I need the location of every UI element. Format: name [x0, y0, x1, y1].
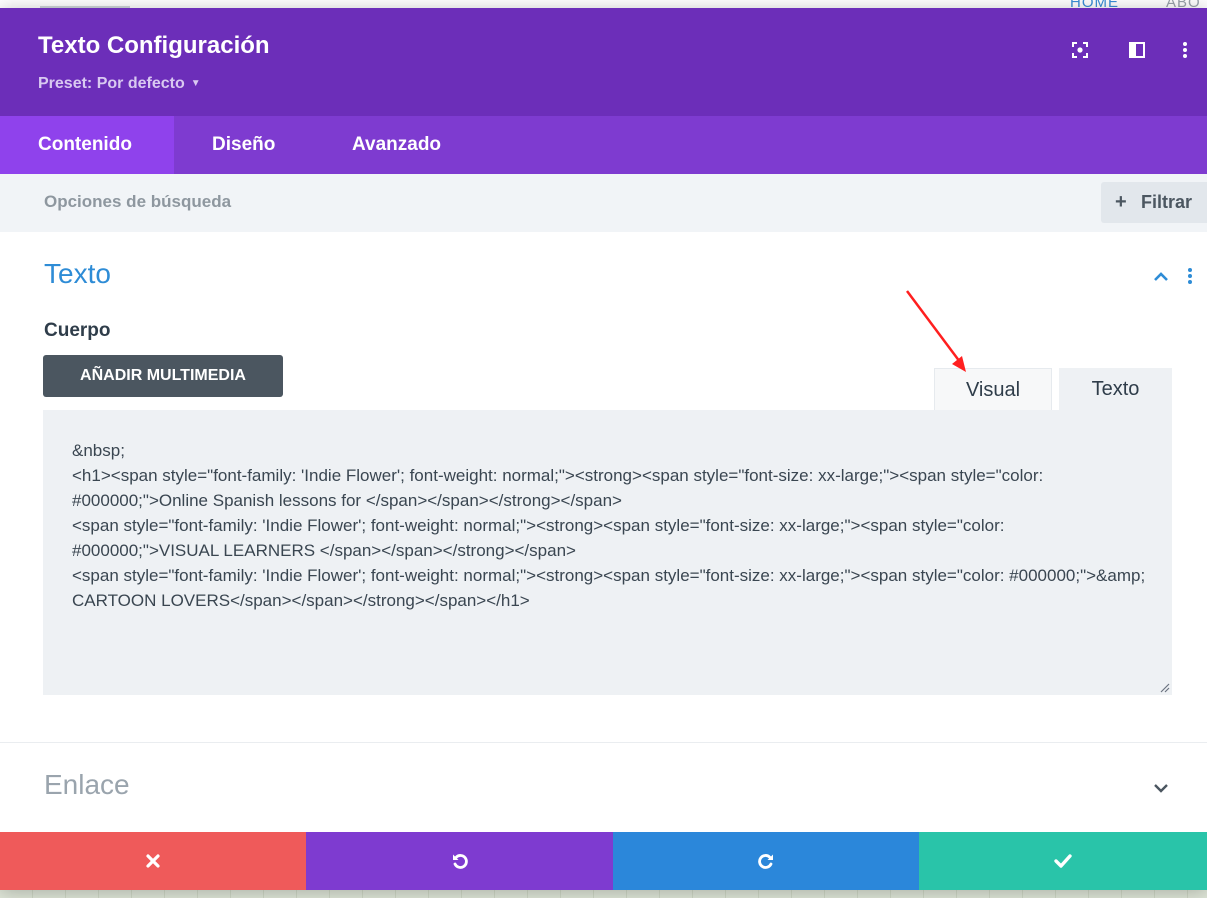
- caret-down-icon: ▼: [190, 78, 201, 90]
- body-field-label: Cuerpo: [44, 320, 111, 341]
- undo-button[interactable]: [306, 832, 613, 890]
- tab-avanzado[interactable]: Avanzado: [352, 116, 441, 174]
- preset-selector[interactable]: Preset: Por defecto ▼: [38, 75, 201, 93]
- modal-footer: [0, 832, 1207, 890]
- section-divider: [0, 742, 1207, 743]
- search-options-bar: Opciones de búsqueda + Filtrar: [0, 174, 1207, 232]
- settings-tabs: Contenido Diseño Avanzado: [0, 116, 1207, 174]
- filter-button[interactable]: + Filtrar: [1101, 182, 1207, 223]
- chevron-down-icon[interactable]: [1152, 781, 1170, 795]
- filter-label: Filtrar: [1141, 192, 1193, 212]
- text-settings-modal: Texto Configuración Preset: Por defecto ▼…: [0, 8, 1207, 890]
- background-logo: [40, 0, 130, 8]
- check-icon: [1054, 854, 1072, 868]
- chevron-up-icon[interactable]: [1152, 270, 1170, 284]
- fullscreen-icon[interactable]: [1070, 40, 1090, 60]
- section-title-texto[interactable]: Texto: [44, 258, 111, 290]
- background-page-footer: [0, 890, 1207, 898]
- redo-icon: [758, 854, 773, 869]
- modal-title: Texto Configuración: [38, 32, 270, 59]
- cancel-button[interactable]: [0, 832, 306, 890]
- resize-handle-icon[interactable]: [1158, 681, 1170, 693]
- plus-icon: +: [1115, 191, 1127, 213]
- editor-content[interactable]: &nbsp; <h1><span style="font-family: 'In…: [72, 438, 1152, 613]
- split-view-icon[interactable]: [1127, 40, 1147, 60]
- tab-label: Contenido: [38, 134, 132, 155]
- redo-button[interactable]: [613, 832, 919, 890]
- section-options-icon[interactable]: [1186, 266, 1194, 286]
- undo-icon: [452, 854, 468, 869]
- close-icon: [146, 854, 160, 868]
- preset-label: Preset: Por defecto: [38, 75, 185, 92]
- body-text-editor[interactable]: &nbsp; <h1><span style="font-family: 'In…: [43, 410, 1172, 695]
- section-title-enlace[interactable]: Enlace: [44, 769, 130, 801]
- more-options-icon[interactable]: [1175, 40, 1195, 60]
- save-button[interactable]: [919, 832, 1207, 890]
- modal-header: Texto Configuración Preset: Por defecto ▼: [0, 8, 1207, 116]
- tab-contenido[interactable]: Contenido: [0, 116, 174, 174]
- search-options-input[interactable]: Opciones de búsqueda: [44, 192, 231, 212]
- add-media-button[interactable]: AÑADIR MULTIMEDIA: [43, 355, 283, 397]
- editor-tab-visual[interactable]: Visual: [934, 368, 1052, 411]
- tab-diseno[interactable]: Diseño: [212, 116, 275, 174]
- editor-tab-text[interactable]: Texto: [1059, 368, 1172, 410]
